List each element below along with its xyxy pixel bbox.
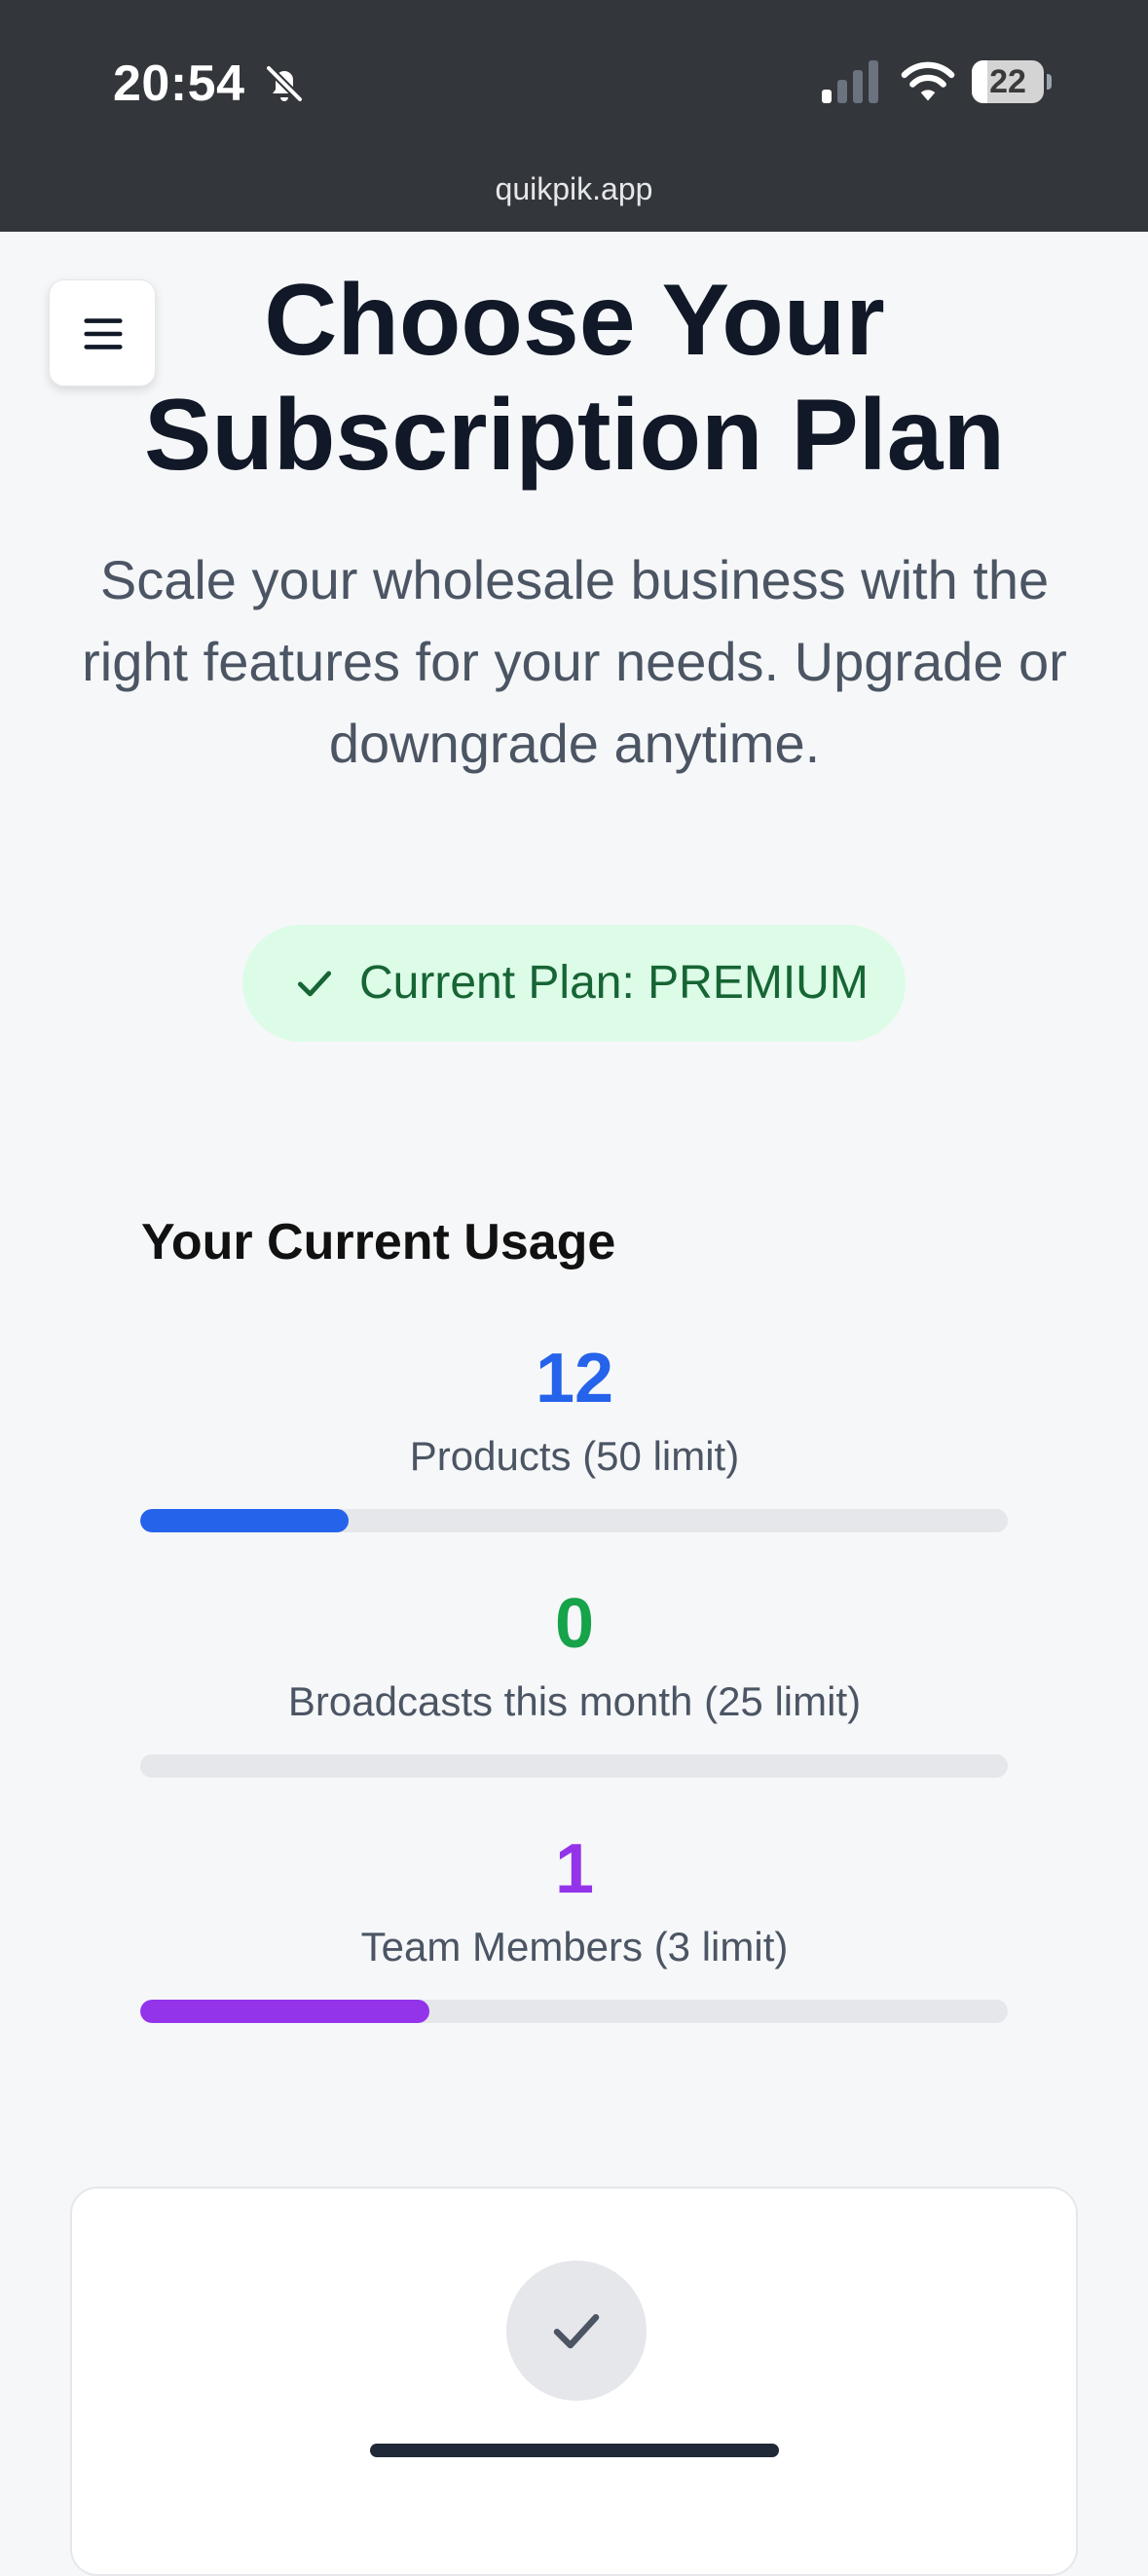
usage-progress-bar [140, 1509, 1008, 1532]
usage-value: 1 [554, 1830, 595, 1908]
plan-card[interactable] [70, 2187, 1078, 2576]
usage-value: 0 [554, 1585, 595, 1663]
status-bar: 20:54 22 quikpik.app [0, 0, 1148, 232]
address-bar-url[interactable]: quikpik.app [0, 171, 1148, 207]
current-plan-label: Current Plan: PREMIUM [359, 957, 869, 1009]
plan-card-check-circle [506, 2261, 647, 2401]
usage-progress-fill [140, 2000, 429, 2023]
usage-section-title: Your Current Usage [141, 1214, 616, 1270]
cellular-signal-icon [822, 60, 878, 103]
checkmark-icon [553, 2314, 600, 2349]
battery-icon: 22 [972, 60, 1052, 105]
usage-label: Products (50 limit) [409, 1433, 740, 1479]
checkmark-icon [297, 971, 332, 997]
bell-slash-icon [265, 64, 304, 103]
wifi-icon [901, 61, 955, 101]
usage-value: 12 [535, 1340, 614, 1417]
usage-progress-bar [140, 2000, 1008, 2023]
status-time: 20:54 [113, 55, 245, 112]
usage-label: Broadcasts this month (25 limit) [287, 1678, 862, 1724]
usage-progress-bar [140, 1754, 1008, 1778]
page-subtitle: Scale your wholesale business with the r… [82, 549, 1067, 774]
usage-label: Team Members (3 limit) [360, 1924, 789, 1969]
battery-level: 22 [989, 63, 1026, 100]
current-plan-badge: Current Plan: PREMIUM [242, 925, 906, 1042]
usage-progress-fill [140, 1509, 349, 1532]
page-title: Choose Your Subscription Plan [143, 264, 1006, 492]
home-indicator [370, 2444, 779, 2457]
